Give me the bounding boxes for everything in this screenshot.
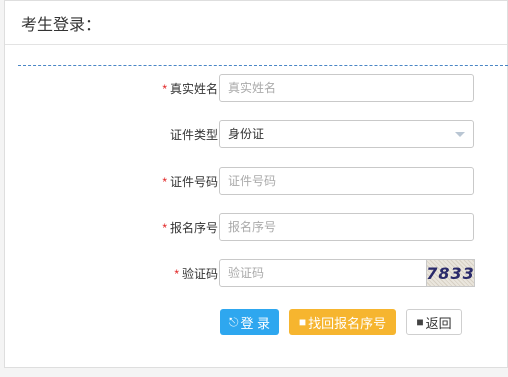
dashed-divider (18, 65, 508, 66)
captcha-label: * 验证码 (174, 266, 218, 281)
id-number-input[interactable] (219, 167, 474, 195)
back-button-label: 返回 (425, 315, 452, 331)
id-number-label: * 证件号码 (162, 174, 218, 189)
name-label: * 真实姓名 (162, 81, 218, 96)
captcha-image[interactable]: 7833 (426, 259, 475, 287)
id-type-row: 证件类型 身份证 (0, 120, 508, 148)
reg-number-input[interactable] (219, 213, 474, 241)
required-mark: * (162, 81, 167, 96)
find-reg-number-button[interactable]: ■ 找回报名序号 (289, 309, 396, 335)
find-button-label: 找回报名序号 (308, 315, 387, 331)
id-type-value: 身份证 (228, 127, 265, 141)
binoculars-icon: ■ (416, 315, 424, 329)
page-title: 考生登录： (21, 16, 102, 34)
back-button[interactable]: ■ 返回 (406, 309, 462, 335)
required-mark: * (162, 174, 167, 189)
id-type-select[interactable]: 身份证 (219, 120, 474, 148)
panel-header: 考生登录： (5, 1, 507, 45)
login-button[interactable]: ⎋ 登 录 (220, 309, 279, 335)
reg-number-row: * 报名序号 (0, 213, 508, 241)
name-input[interactable] (219, 74, 474, 102)
required-mark: * (162, 220, 167, 235)
login-icon: ⎋ (228, 314, 239, 329)
required-mark: * (174, 266, 179, 281)
id-type-label: 证件类型 (169, 127, 218, 142)
id-number-row: * 证件号码 (0, 167, 508, 195)
captcha-row: *验证码 7833 (0, 259, 508, 287)
binoculars-icon: ■ (298, 315, 307, 329)
captcha-input[interactable] (219, 259, 427, 287)
reg-number-label: * 报名序号 (162, 220, 218, 235)
login-button-label: 登 录 (240, 315, 271, 331)
name-row: * 真实姓名 (0, 74, 508, 102)
captcha-text: 7833 (426, 263, 475, 283)
chevron-down-icon (455, 132, 465, 137)
